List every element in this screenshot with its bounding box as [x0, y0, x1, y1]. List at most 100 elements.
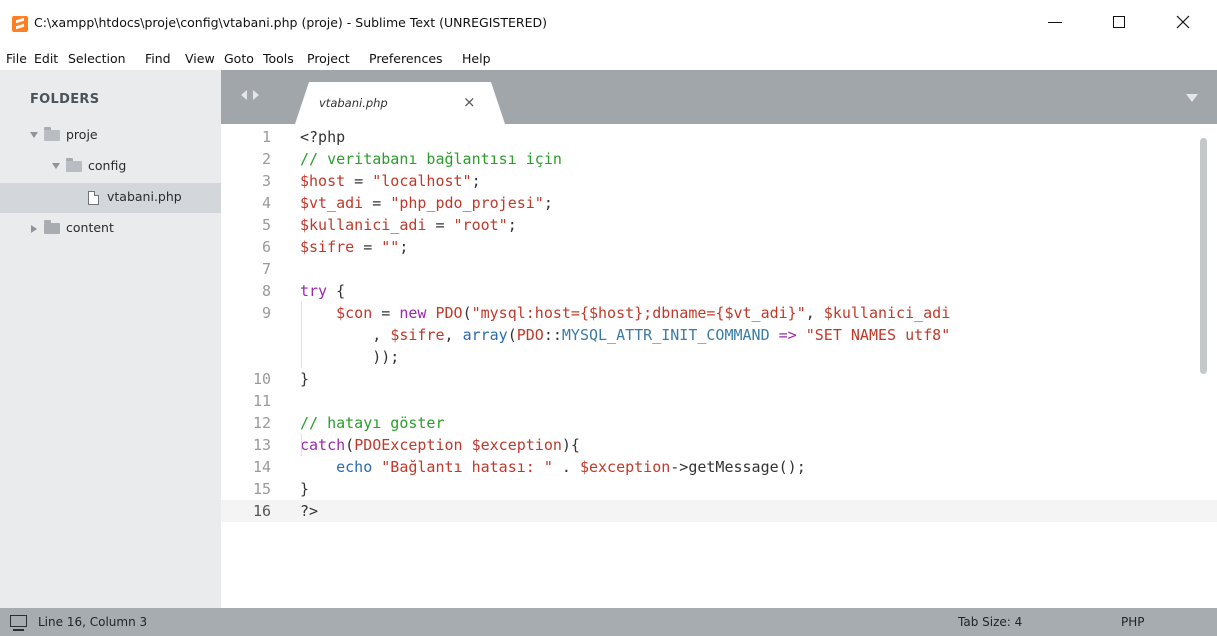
line-number: 7 — [261, 260, 271, 278]
line-number: 15 — [252, 480, 271, 498]
code-token: ->getMessage(); — [670, 458, 806, 476]
code-token: , — [300, 326, 391, 344]
menu-edit[interactable]: Edit — [34, 51, 58, 66]
code-token: ; — [399, 238, 409, 256]
expand-arrow-icon[interactable] — [52, 163, 60, 169]
tree-item-config[interactable]: config — [0, 152, 221, 182]
code-token: catch — [300, 436, 346, 454]
code-token: // veritabanı bağlantısı için — [300, 150, 562, 168]
code-token: $sifre — [300, 238, 355, 256]
code-text: } — [300, 368, 309, 390]
tab-vtabani[interactable]: vtabani.php × — [295, 82, 505, 124]
tree-item-content[interactable]: content — [0, 214, 221, 244]
code-line[interactable]: 3 $host = "localhost"; — [221, 170, 1217, 192]
code-token: array — [462, 326, 508, 344]
syntax-mode[interactable]: PHP — [1121, 615, 1145, 629]
window-title: C:\xampp\htdocs\proje\config\vtabani.php… — [34, 15, 547, 30]
menu-file[interactable]: File — [6, 51, 27, 66]
tree-item-label: content — [66, 220, 114, 235]
tab-size[interactable]: Tab Size: 4 — [958, 615, 1022, 629]
code-token: . — [552, 458, 580, 476]
folder-open-icon — [44, 127, 60, 141]
code-token: ; — [507, 216, 517, 234]
code-line[interactable]: 11 — [221, 390, 1217, 412]
collapse-arrow-icon[interactable] — [31, 225, 37, 233]
code-text: // hatayı göster — [300, 412, 445, 434]
menu-project[interactable]: Project — [307, 51, 350, 66]
code-line[interactable]: 14 echo "Bağlantı hatası: " . $exception… — [221, 456, 1217, 478]
code-text: catch(PDOException $exception){ — [300, 434, 580, 456]
code-token: $con — [336, 304, 373, 322]
code-text: <?php — [300, 126, 345, 148]
code-line[interactable]: 1 <?php — [221, 126, 1217, 148]
tree-item-proje[interactable]: proje — [0, 121, 221, 151]
panel-toggle-icon[interactable] — [10, 615, 27, 631]
sublime-text-icon — [12, 16, 28, 32]
code-text: $con = new PDO("mysql:host={$host};dbnam… — [300, 302, 950, 324]
code-token: PDO — [516, 326, 544, 344]
code-token: ; — [471, 172, 481, 190]
code-editor[interactable]: 1 <?php 2 // veritabanı bağlantısı için 3 $ho… — [221, 124, 1217, 608]
tab-next-icon[interactable] — [253, 90, 259, 100]
code-line[interactable]: 10} — [221, 368, 1217, 390]
tab-prev-icon[interactable] — [241, 90, 247, 100]
menu-selection[interactable]: Selection — [68, 51, 126, 66]
menu-tools[interactable]: Tools — [263, 51, 294, 66]
menu-find[interactable]: Find — [145, 51, 171, 66]
line-number: 16 — [252, 502, 271, 520]
code-line[interactable]: , $sifre, array(PDO::MYSQL_ATTR_INIT_COM… — [221, 324, 1217, 346]
folder-icon — [44, 220, 60, 234]
code-line[interactable]: 6 $sifre = ""; — [221, 236, 1217, 258]
code-line[interactable]: 4 $vt_adi = "php_pdo_projesi"; — [221, 192, 1217, 214]
line-number: 3 — [261, 172, 271, 190]
code-token: "mysql:host={$host};dbname={$vt_adi}" — [471, 304, 806, 322]
line-number: 1 — [261, 128, 271, 146]
code-token: => — [769, 326, 806, 344]
line-number: 10 — [252, 370, 271, 388]
menu-view[interactable]: View — [185, 51, 215, 66]
code-line[interactable]: 5 $kullanici_adi = "root"; — [221, 214, 1217, 236]
code-line[interactable]: 15} — [221, 478, 1217, 500]
code-line[interactable]: )); — [221, 346, 1217, 368]
code-token: $exception — [579, 458, 671, 476]
code-token: { — [327, 282, 346, 300]
menu-goto[interactable]: Goto — [224, 51, 254, 66]
code-text: echo "Bağlantı hatası: " . $exception->g… — [300, 456, 806, 478]
code-token: echo — [336, 458, 373, 476]
code-line[interactable]: 9 $con = new PDO("mysql:host={$host};dbn… — [221, 302, 1217, 324]
code-text: $host = "localhost"; — [300, 170, 481, 192]
expand-arrow-icon[interactable] — [30, 132, 38, 138]
code-text: $kullanici_adi = "root"; — [300, 214, 517, 236]
code-token: ; — [543, 194, 553, 212]
code-line[interactable]: 16 ?> — [221, 500, 1217, 522]
code-line[interactable]: 12 // hatayı göster — [221, 412, 1217, 434]
code-token: ( — [507, 326, 517, 344]
cursor-position: Line 16, Column 3 — [38, 615, 148, 629]
tab-label: vtabani.php — [319, 96, 388, 110]
tab-close-icon[interactable]: × — [463, 93, 476, 111]
code-token: = — [426, 216, 454, 234]
code-line[interactable]: 13 catch(PDOException $exception){ — [221, 434, 1217, 456]
maximize-button[interactable] — [1096, 4, 1142, 40]
code-line[interactable]: 2 // veritabanı bağlantısı için — [221, 148, 1217, 170]
code-token: PDO — [435, 304, 463, 322]
code-token: "php_pdo_projesi" — [390, 194, 544, 212]
menu-help[interactable]: Help — [462, 51, 491, 66]
line-number: 14 — [252, 458, 271, 476]
minimize-button[interactable] — [1032, 4, 1078, 40]
line-number: 4 — [261, 194, 271, 212]
close-window-button[interactable] — [1160, 4, 1206, 40]
minimize-icon — [1048, 21, 1062, 23]
code-text: )); — [300, 346, 399, 368]
code-line[interactable]: 7 — [221, 258, 1217, 280]
code-token: $host — [300, 172, 346, 190]
tab-list-dropdown-icon[interactable] — [1186, 94, 1198, 102]
tree-item-vtabani[interactable]: vtabani.php — [0, 183, 221, 213]
folder-open-icon — [66, 158, 82, 172]
menu-preferences[interactable]: Preferences — [369, 51, 443, 66]
code-line[interactable]: 8 try { — [221, 280, 1217, 302]
